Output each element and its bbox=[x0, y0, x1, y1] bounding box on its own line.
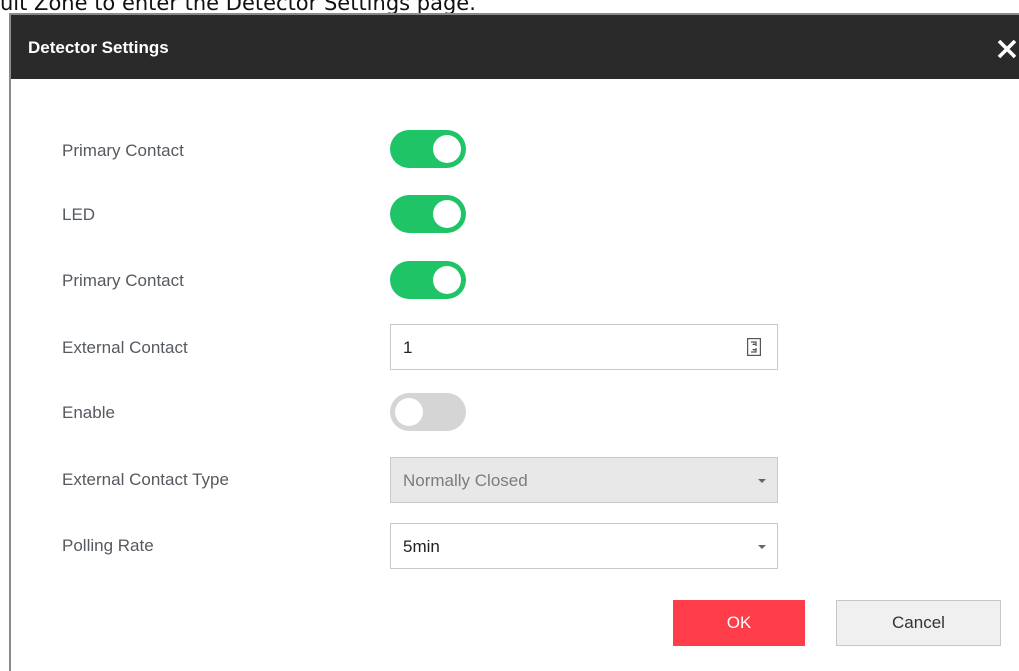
dialog-left-border bbox=[9, 13, 11, 671]
external-contact-input[interactable]: 1 bbox=[390, 324, 778, 370]
dialog-title: Detector Settings bbox=[28, 38, 169, 57]
spinner-icon[interactable] bbox=[746, 337, 762, 357]
led-toggle[interactable] bbox=[390, 195, 466, 233]
toggle-knob bbox=[433, 266, 461, 294]
toggle-knob bbox=[395, 398, 423, 426]
polling-rate-select[interactable]: 5min bbox=[390, 523, 778, 569]
toggle-knob bbox=[433, 135, 461, 163]
external-contact-label: External Contact bbox=[62, 338, 188, 357]
enable-label: Enable bbox=[62, 403, 115, 422]
cancel-button[interactable]: Cancel bbox=[836, 600, 1001, 646]
external-contact-type-label: External Contact Type bbox=[62, 470, 229, 489]
polling-rate-value: 5min bbox=[403, 537, 440, 556]
polling-rate-label: Polling Rate bbox=[62, 536, 154, 555]
led-label: LED bbox=[62, 205, 96, 224]
dialog-titlebar: Detector Settings bbox=[11, 15, 1019, 79]
chevron-down-icon[interactable] bbox=[758, 545, 766, 549]
external-contact-value: 1 bbox=[403, 338, 413, 357]
external-contact-type-value: Normally Closed bbox=[403, 471, 528, 490]
primary-contact-label-2: Primary Contact bbox=[62, 271, 184, 290]
primary-contact-toggle[interactable] bbox=[390, 130, 466, 168]
ok-button[interactable]: OK bbox=[673, 600, 805, 646]
instruction-caption: ult Zone to enter the Detector Settings … bbox=[0, 0, 476, 15]
primary-contact-toggle-2[interactable] bbox=[390, 261, 466, 299]
primary-contact-label: Primary Contact bbox=[62, 141, 184, 160]
close-icon[interactable] bbox=[995, 37, 1019, 61]
enable-toggle[interactable] bbox=[390, 393, 466, 431]
chevron-down-icon bbox=[758, 479, 766, 483]
toggle-knob bbox=[433, 200, 461, 228]
external-contact-type-select: Normally Closed bbox=[390, 457, 778, 503]
